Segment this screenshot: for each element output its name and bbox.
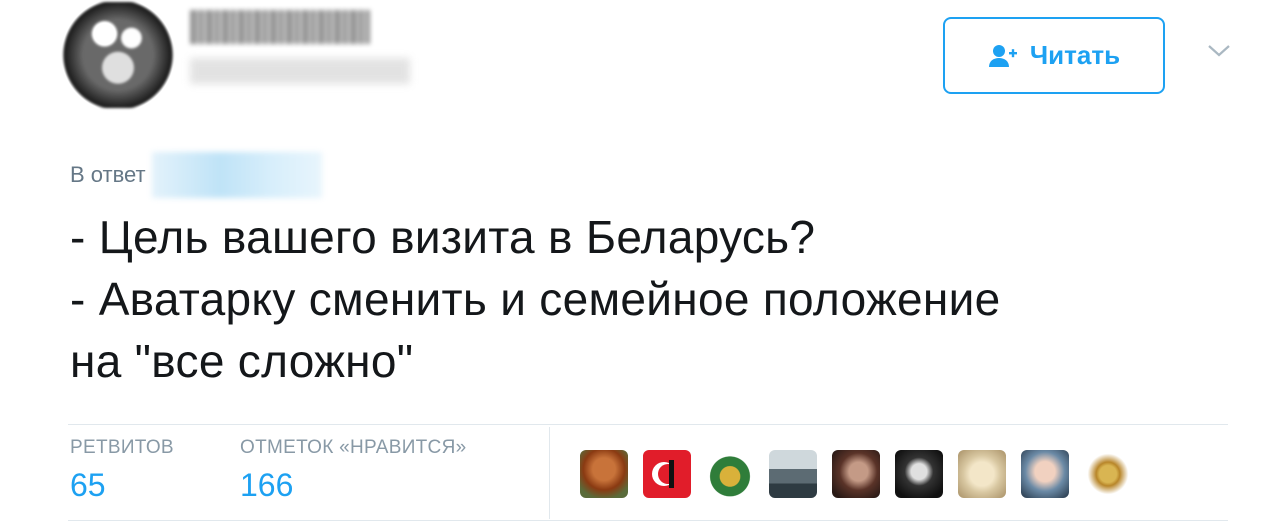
retweets-count: 65 <box>70 467 106 503</box>
liker-avatar[interactable] <box>769 450 817 498</box>
likes-label: ОТМЕТОК «НРАВИТСЯ» <box>240 437 467 458</box>
likes-count: 166 <box>240 467 294 503</box>
tweet-text: - Цель вашего визита в Беларусь? - Авата… <box>70 206 1250 392</box>
tweet-line: - Аватарку сменить и семейное положение <box>70 273 1001 325</box>
liker-avatar[interactable] <box>1084 450 1132 498</box>
crescent-star-icon <box>652 460 678 488</box>
reply-prefix: В ответ <box>70 162 146 187</box>
liker-avatar[interactable] <box>958 450 1006 498</box>
likes-stat[interactable]: ОТМЕТОК «НРАВИТСЯ» 166 <box>240 437 466 504</box>
divider <box>68 520 1228 521</box>
follow-button-label: Читать <box>1029 40 1121 70</box>
reply-target-redacted[interactable] <box>151 152 322 198</box>
liker-avatar[interactable] <box>832 450 880 498</box>
retweets-label: РЕТВИТОВ <box>70 437 174 458</box>
reply-context: В ответ <box>70 152 322 198</box>
retweets-stat[interactable]: РЕТВИТОВ 65 <box>70 437 174 504</box>
tweet-line: на "все сложно" <box>70 335 414 387</box>
divider <box>68 424 1228 425</box>
author-name-redacted[interactable] <box>190 10 370 44</box>
author-avatar[interactable] <box>62 2 174 108</box>
liker-avatar[interactable] <box>1021 450 1069 498</box>
liker-avatar[interactable] <box>895 450 943 498</box>
author-handle-redacted[interactable] <box>190 58 410 84</box>
liker-avatars <box>580 450 1132 498</box>
tweet-menu-button[interactable] <box>1204 40 1234 62</box>
add-user-icon <box>988 44 1017 67</box>
liker-avatar[interactable] <box>706 450 754 498</box>
follow-button[interactable]: Читать <box>943 17 1165 94</box>
chevron-down-icon <box>1208 45 1230 57</box>
liker-avatar[interactable] <box>643 450 691 498</box>
tweet-line: - Цель вашего визита в Беларусь? <box>70 211 816 263</box>
stats-separator <box>549 427 550 519</box>
liker-avatar[interactable] <box>580 450 628 498</box>
